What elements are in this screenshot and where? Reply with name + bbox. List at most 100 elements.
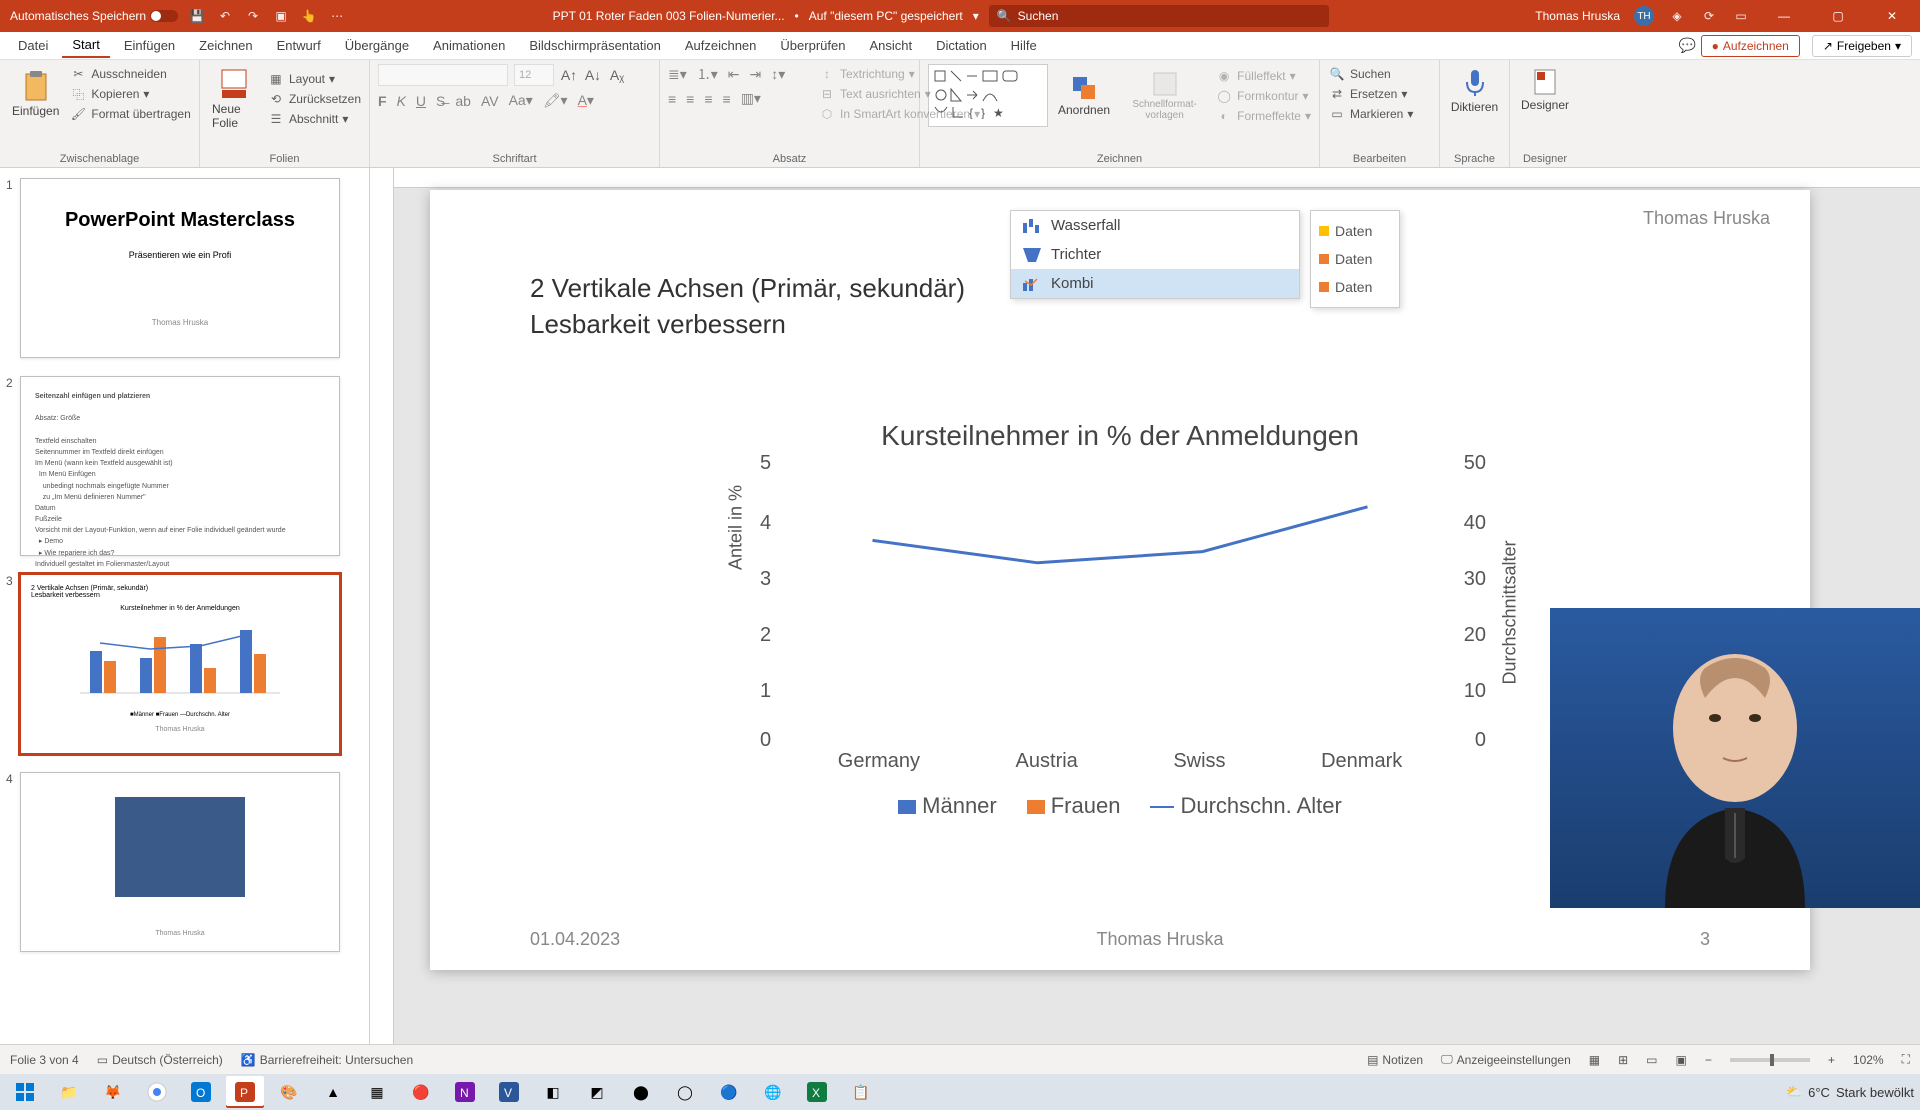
firefox-icon[interactable]: 🦊 <box>94 1076 132 1108</box>
fit-button[interactable]: ⛶ <box>1902 1052 1910 1067</box>
explorer-icon[interactable]: 📁 <box>50 1076 88 1108</box>
thumbnail-4[interactable]: 4 Thomas Hruska <box>20 772 349 952</box>
font-color-button[interactable]: A▾ <box>578 92 594 109</box>
bold-button[interactable]: F <box>378 93 387 109</box>
share-button[interactable]: ↗Freigeben▾ <box>1812 35 1912 57</box>
indent-dec-button[interactable]: ⇤ <box>728 66 740 83</box>
powerpoint-icon[interactable]: P <box>226 1076 264 1108</box>
comments-icon[interactable]: 💬 <box>1679 37 1697 55</box>
visio-icon[interactable]: V <box>490 1076 528 1108</box>
text-align-button[interactable]: ⊟Text ausrichten ▾ <box>818 84 980 104</box>
onenote-icon[interactable]: N <box>446 1076 484 1108</box>
tab-start[interactable]: Start <box>62 33 109 58</box>
app3-icon[interactable]: 🔴 <box>402 1076 440 1108</box>
thumbnail-2[interactable]: 2 Seitenzahl einfügen und platzieren Abs… <box>20 376 349 556</box>
touch-icon[interactable]: 👆 <box>300 7 318 25</box>
maximize-button[interactable]: ▢ <box>1818 0 1858 32</box>
section-button[interactable]: ☰Abschnitt ▾ <box>267 109 361 129</box>
bullets-button[interactable]: ≣▾ <box>668 66 687 83</box>
app5-icon[interactable]: ◩ <box>578 1076 616 1108</box>
thumbnail-1[interactable]: 1 PowerPoint Masterclass Präsentieren wi… <box>20 178 349 358</box>
tab-uebergaenge[interactable]: Übergänge <box>335 34 419 57</box>
paste-button[interactable]: Einfügen <box>8 66 63 122</box>
arrange-button[interactable]: Anordnen <box>1054 71 1114 121</box>
strike-button[interactable]: S̶ <box>436 93 445 109</box>
window-mode-icon[interactable]: ▭ <box>1732 7 1750 25</box>
zoom-out-button[interactable]: − <box>1705 1053 1712 1067</box>
slide-editor[interactable]: Thomas Hruska 2 Vertikale Achsen (Primär… <box>370 168 1920 1044</box>
decrease-font-icon[interactable]: A↓ <box>584 66 602 84</box>
clear-format-icon[interactable]: Aᵪ <box>608 66 626 84</box>
chrome-icon[interactable] <box>138 1076 176 1108</box>
spacing-button[interactable]: AV <box>481 93 499 109</box>
font-size-select[interactable]: 12 <box>514 64 554 86</box>
app7-icon[interactable]: 🔵 <box>710 1076 748 1108</box>
tab-praesentation[interactable]: Bildschirmpräsentation <box>519 34 671 57</box>
align-right-button[interactable]: ≡ <box>704 91 712 107</box>
quickstyles-button[interactable]: Schnellformat-vorlagen <box>1120 67 1209 125</box>
shape-effects-button[interactable]: ◐Formeffekte ▾ <box>1215 106 1311 126</box>
excel-icon[interactable]: X <box>798 1076 836 1108</box>
designer-button[interactable]: Designer <box>1518 64 1572 116</box>
align-center-button[interactable]: ≡ <box>686 91 694 107</box>
edge-icon[interactable]: 🌐 <box>754 1076 792 1108</box>
tab-ueberpruefen[interactable]: Überprüfen <box>770 34 855 57</box>
sync-icon[interactable]: ⟳ <box>1700 7 1718 25</box>
cut-button[interactable]: ✂Ausschneiden <box>69 64 190 84</box>
user-avatar[interactable]: TH <box>1634 6 1654 26</box>
charttype-kombi[interactable]: Kombi <box>1011 269 1299 298</box>
tab-animationen[interactable]: Animationen <box>423 34 515 57</box>
search-box[interactable]: 🔍 Suchen <box>989 5 1329 27</box>
increase-font-icon[interactable]: A↑ <box>560 66 578 84</box>
align-left-button[interactable]: ≡ <box>668 91 676 107</box>
underline-button[interactable]: U <box>416 93 426 109</box>
tab-aufzeichnen[interactable]: Aufzeichnen <box>675 34 767 57</box>
replace-button[interactable]: ⇄Ersetzen ▾ <box>1328 84 1431 104</box>
indent-inc-button[interactable]: ⇥ <box>750 66 762 83</box>
dictate-button[interactable]: Diktieren <box>1448 64 1501 118</box>
tab-datei[interactable]: Datei <box>8 34 58 57</box>
record-button[interactable]: ●Aufzeichnen <box>1701 35 1800 57</box>
charttype-trichter[interactable]: Trichter <box>1011 240 1299 269</box>
format-painter-button[interactable]: 🖌Format übertragen <box>69 104 190 124</box>
obs-icon[interactable]: ⬤ <box>622 1076 660 1108</box>
slide-thumbnails[interactable]: 1 PowerPoint Masterclass Präsentieren wi… <box>0 168 370 1044</box>
thumbnail-3[interactable]: 3 2 Vertikale Achsen (Primär, sekundär)L… <box>20 574 349 754</box>
reading-view-button[interactable]: ▭ <box>1646 1053 1657 1067</box>
slideshow-view-button[interactable]: ▣ <box>1676 1053 1687 1067</box>
more-icon[interactable]: ⋯ <box>328 7 346 25</box>
language-status[interactable]: ▭Deutsch (Österreich) <box>97 1053 223 1067</box>
new-slide-button[interactable]: Neue Folie <box>208 64 261 134</box>
app6-icon[interactable]: ◯ <box>666 1076 704 1108</box>
zoom-in-button[interactable]: + <box>1828 1053 1835 1067</box>
app8-icon[interactable]: 📋 <box>842 1076 880 1108</box>
display-settings-button[interactable]: 🖵Anzeigeeinstellungen <box>1441 1052 1571 1067</box>
tab-hilfe[interactable]: Hilfe <box>1001 34 1047 57</box>
font-family-select[interactable] <box>378 64 508 86</box>
find-button[interactable]: 🔍Suchen <box>1328 64 1431 84</box>
outlook-icon[interactable]: O <box>182 1076 220 1108</box>
accessibility-status[interactable]: ♿Barrierefreiheit: Untersuchen <box>241 1053 413 1067</box>
reset-button[interactable]: ⟲Zurücksetzen <box>267 89 361 109</box>
close-button[interactable]: ✕ <box>1872 0 1912 32</box>
tab-ansicht[interactable]: Ansicht <box>859 34 922 57</box>
present-icon[interactable]: ▣ <box>272 7 290 25</box>
charttype-wasserfall[interactable]: Wasserfall <box>1011 211 1299 240</box>
tab-zeichnen[interactable]: Zeichnen <box>189 34 262 57</box>
case-button[interactable]: Aa▾ <box>509 92 533 109</box>
sorter-view-button[interactable]: ⊞ <box>1618 1053 1628 1067</box>
app4-icon[interactable]: ◧ <box>534 1076 572 1108</box>
undo-icon[interactable]: ↶ <box>216 7 234 25</box>
zoom-slider[interactable] <box>1730 1058 1810 1062</box>
tab-dictation[interactable]: Dictation <box>926 34 997 57</box>
columns-button[interactable]: ▥▾ <box>741 90 761 107</box>
italic-button[interactable]: K <box>397 93 406 109</box>
linespacing-button[interactable]: ↕▾ <box>771 66 785 83</box>
vlc-icon[interactable]: ▲ <box>314 1076 352 1108</box>
perks-icon[interactable]: ◈ <box>1668 7 1686 25</box>
select-button[interactable]: ▭Markieren ▾ <box>1328 104 1431 124</box>
start-button[interactable] <box>6 1076 44 1108</box>
shadow-button[interactable]: ab <box>455 93 471 109</box>
app-icon[interactable]: 🎨 <box>270 1076 308 1108</box>
text-direction-button[interactable]: ↕Textrichtung ▾ <box>818 64 980 84</box>
